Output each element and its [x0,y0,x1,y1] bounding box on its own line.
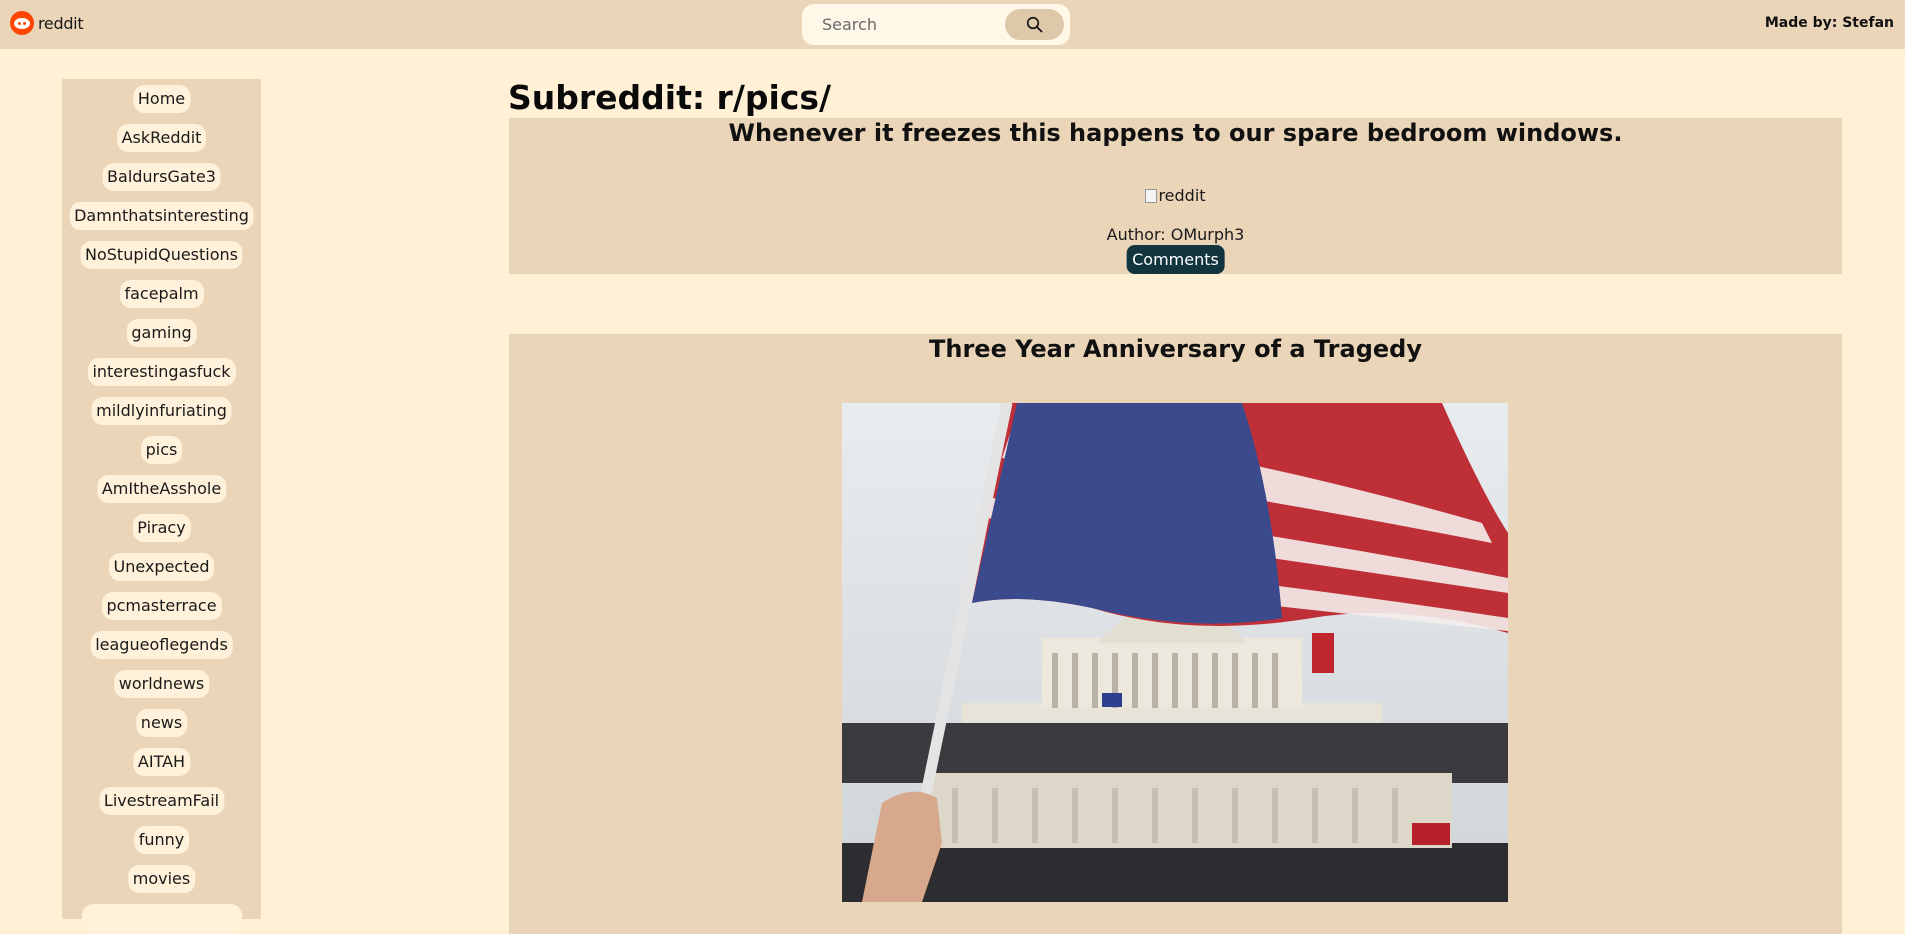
sidebar-item-unexpected[interactable]: Unexpected [108,553,215,581]
search-input[interactable] [808,8,998,41]
post-author: Author: OMurph3 [1106,225,1245,244]
sidebar-item-movies[interactable]: movies [127,865,196,893]
sidebar-item-pcmasterrace[interactable]: pcmasterrace [101,592,222,620]
sidebar-item-worldnews[interactable]: worldnews [113,670,210,698]
sidebar-item-facepalm[interactable]: facepalm [119,280,204,308]
search-bar [802,4,1070,45]
post-image-alt: reddit [1158,186,1206,205]
sidebar-item-nostupidquestions[interactable]: NoStupidQuestions [80,241,243,269]
capitol-flag-photo [842,403,1508,902]
sidebar-item-partial[interactable] [81,904,242,932]
sidebar-item-aitah[interactable]: AITAH [132,748,191,776]
sidebar-item-livestreamfail[interactable]: LivestreamFail [98,787,225,815]
reddit-alien-icon [10,11,34,35]
sidebar-item-mildlyinfuriating[interactable]: mildlyinfuriating [91,397,232,425]
search-button[interactable] [1005,9,1064,40]
sidebar-item-piracy[interactable]: Piracy [132,514,191,542]
sidebar-item-amitheasshole[interactable]: AmItheAsshole [96,475,227,503]
post-image[interactable] [842,403,1508,902]
search-icon [1026,16,1043,33]
page-title: Subreddit: r/pics/ [508,78,832,117]
sidebar-item-funny[interactable]: funny [133,826,190,854]
sidebar-item-home[interactable]: Home [132,85,191,113]
sidebar-item-gaming[interactable]: gaming [126,319,197,347]
made-by-credit: Made by: Stefan [1764,15,1894,31]
broken-image-icon [1145,189,1158,203]
post-card: Three Year Anniversary of a Tragedy [509,334,1842,934]
sidebar-item-pics[interactable]: pics [140,436,183,464]
sidebar-item-askreddit[interactable]: AskReddit [116,124,207,152]
sidebar-item-baldursgate3[interactable]: BaldursGate3 [102,163,221,191]
post-title[interactable]: Whenever it freezes this happens to our … [509,118,1842,148]
sidebar-item-damnthatsinteresting[interactable]: Damnthatsinteresting [69,202,254,230]
post-image-broken: reddit [509,186,1842,205]
post-card: Whenever it freezes this happens to our … [509,118,1842,274]
sidebar-item-leagueoflegends[interactable]: leagueoflegends [90,631,233,659]
sidebar-item-news[interactable]: news [135,709,188,737]
post-title[interactable]: Three Year Anniversary of a Tragedy [509,334,1842,364]
logo-text: reddit [38,13,84,33]
subreddit-sidebar: Home AskReddit BaldursGate3 Damnthatsint… [62,79,261,932]
sidebar-item-interestingasfuck[interactable]: interestingasfuck [87,358,236,386]
comments-button[interactable]: Comments [1126,245,1225,274]
reddit-logo[interactable]: reddit [10,11,84,35]
top-navbar: reddit Made by: Stefan [0,0,1905,49]
